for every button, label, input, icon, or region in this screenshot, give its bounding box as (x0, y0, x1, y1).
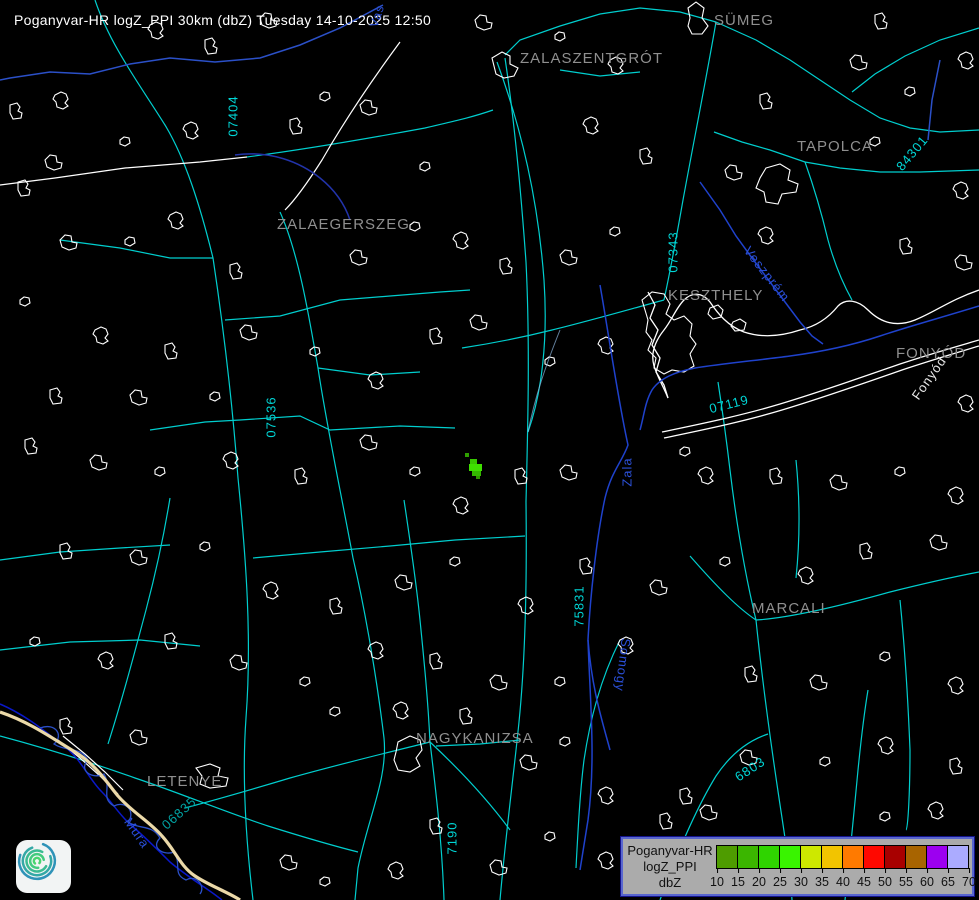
legend-color-cell (948, 846, 968, 868)
legend-color-cell (822, 846, 843, 868)
legend-tick: 45 (857, 875, 871, 889)
legend-tick: 55 (899, 875, 913, 889)
legend-colorbar (716, 845, 969, 869)
met-logo (16, 840, 71, 893)
legend-tick: 30 (794, 875, 808, 889)
legend-color-cell (843, 846, 864, 868)
rivers-and-borders (0, 5, 979, 900)
settlement-outlines (10, 2, 973, 886)
radar-map-view: Poganyvar-HR logZ_PPI 30km (dbZ) Tuesday… (0, 0, 979, 900)
legend-color-cell (759, 846, 780, 868)
legend-tick: 70 (962, 875, 976, 889)
legend-tick: 20 (752, 875, 766, 889)
legend-tick: 35 (815, 875, 829, 889)
legend-tick: 10 (710, 875, 724, 889)
legend-tick: 60 (920, 875, 934, 889)
road-network (0, 0, 979, 900)
lake-balaton-shore (648, 290, 979, 438)
legend-color-cell (801, 846, 822, 868)
legend-color-cell (864, 846, 885, 868)
legend-tick: 50 (878, 875, 892, 889)
legend-tick: 15 (731, 875, 745, 889)
highway-outlines (0, 42, 400, 794)
radar-echo (465, 453, 482, 479)
legend-tick: 65 (941, 875, 955, 889)
legend-color-cell (717, 846, 738, 868)
legend-product-type: logZ_PPI (627, 859, 713, 875)
legend-tick: 25 (773, 875, 787, 889)
legend-unit-label: dbZ (627, 875, 713, 891)
legend-tick: 40 (836, 875, 850, 889)
spiral-icon (16, 840, 58, 882)
legend-color-cell (738, 846, 759, 868)
legend-panel: Poganyvar-HR logZ_PPI dbZ 10 15 20 25 30… (621, 837, 974, 896)
legend-color-cell (906, 846, 927, 868)
legend-color-cell (780, 846, 801, 868)
legend-color-cell (885, 846, 906, 868)
legend-color-cell (927, 846, 948, 868)
product-title: Poganyvar-HR logZ_PPI 30km (dbZ) Tuesday… (14, 12, 431, 28)
legend-radar-name: Poganyvar-HR (627, 843, 713, 859)
legend-product-text: Poganyvar-HR logZ_PPI dbZ (627, 843, 713, 891)
map-canvas (0, 0, 979, 900)
